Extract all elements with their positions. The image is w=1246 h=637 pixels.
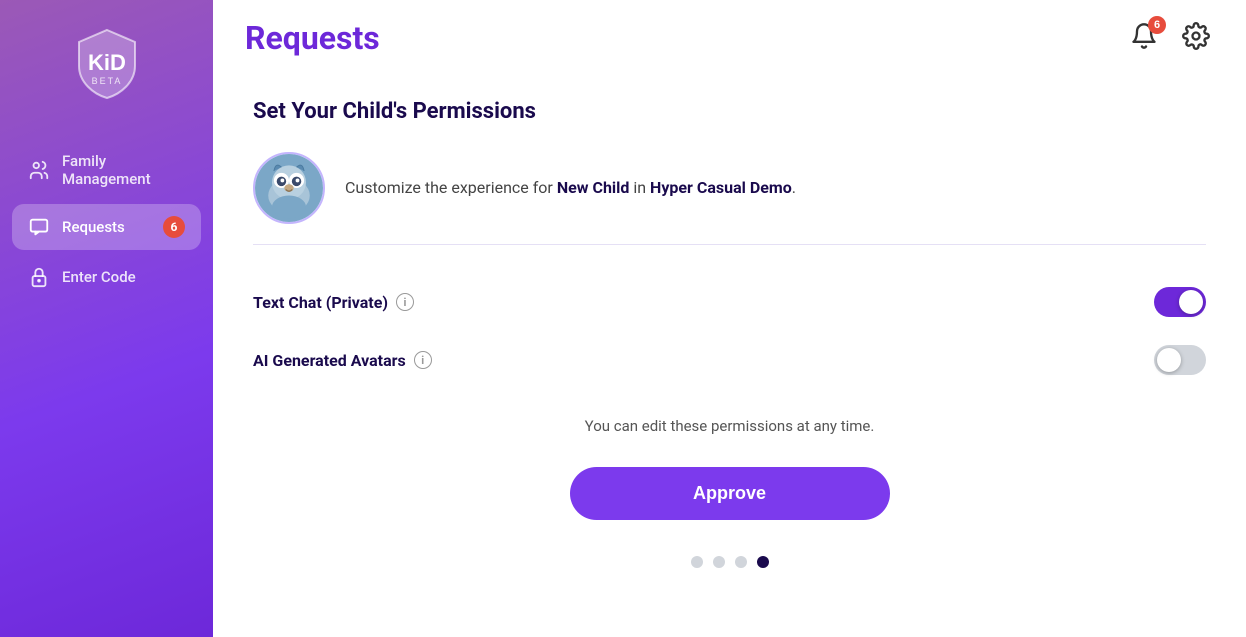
gear-icon — [1182, 22, 1210, 50]
dot-1 — [691, 556, 703, 568]
child-info-row: Customize the experience for New Child i… — [253, 152, 1206, 245]
sidebar-item-label: Enter Code — [62, 268, 136, 286]
lock-icon — [28, 266, 50, 288]
dot-3 — [735, 556, 747, 568]
sidebar: KiD BETA Family Management Requests 6 — [0, 0, 213, 637]
sidebar-item-label: Family Management — [62, 152, 185, 188]
ai-avatars-thumb — [1157, 348, 1181, 372]
main-content: Requests 6 Set Your Child's Permissions — [213, 0, 1246, 637]
sidebar-item-label: Requests — [62, 218, 125, 236]
svg-text:KiD: KiD — [88, 50, 126, 75]
text-chat-label: Text Chat (Private) i — [253, 293, 414, 312]
sidebar-item-family-management[interactable]: Family Management — [12, 140, 201, 200]
logo-area: KiD BETA — [67, 24, 147, 108]
page-content: Set Your Child's Permissions — [213, 67, 1246, 637]
requests-badge: 6 — [163, 216, 185, 238]
approve-button[interactable]: Approve — [570, 467, 890, 520]
child-description: Customize the experience for New Child i… — [345, 176, 796, 200]
header-actions: 6 — [1126, 18, 1214, 57]
permission-ai-avatars: AI Generated Avatars i — [253, 331, 1206, 389]
ai-avatars-info-icon[interactable]: i — [414, 351, 432, 369]
page-title: Requests — [245, 19, 380, 57]
text-chat-info-icon[interactable]: i — [396, 293, 414, 311]
chat-icon — [28, 216, 50, 238]
svg-text:BETA: BETA — [91, 76, 122, 86]
child-avatar-image — [255, 154, 323, 222]
child-name: New Child — [557, 178, 630, 197]
text-chat-toggle[interactable] — [1154, 287, 1206, 317]
dot-2 — [713, 556, 725, 568]
permission-text-chat: Text Chat (Private) i — [253, 273, 1206, 331]
page-header: Requests 6 — [213, 0, 1246, 67]
notifications-button[interactable]: 6 — [1126, 18, 1162, 57]
game-name: Hyper Casual Demo — [650, 178, 792, 197]
sidebar-item-requests[interactable]: Requests 6 — [12, 204, 201, 250]
sidebar-nav: Family Management Requests 6 Enter Code — [0, 140, 213, 300]
ai-avatars-toggle[interactable] — [1154, 345, 1206, 375]
pagination-dots — [253, 556, 1206, 568]
sidebar-item-enter-code[interactable]: Enter Code — [12, 254, 201, 300]
notification-count: 6 — [1148, 16, 1166, 34]
ai-avatars-label: AI Generated Avatars i — [253, 351, 432, 370]
edit-note: You can edit these permissions at any ti… — [253, 417, 1206, 435]
kid-logo: KiD BETA — [67, 24, 147, 104]
users-icon — [28, 159, 50, 181]
text-chat-thumb — [1179, 290, 1203, 314]
child-avatar — [253, 152, 325, 224]
section-title: Set Your Child's Permissions — [253, 99, 1206, 124]
dot-4 — [757, 556, 769, 568]
settings-button[interactable] — [1178, 18, 1214, 57]
